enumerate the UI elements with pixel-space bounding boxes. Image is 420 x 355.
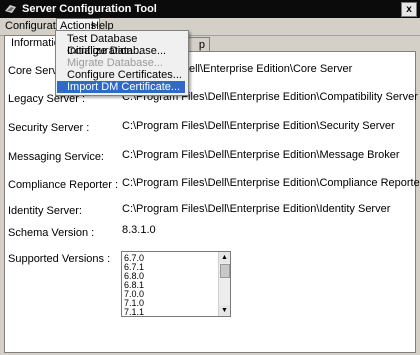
- menu-item-test-database[interactable]: Test Database Configuration...: [57, 33, 185, 57]
- core-server-value: ell\Enterprise Edition\Core Server: [189, 63, 353, 75]
- schema-version-value: 8.3.1.0: [122, 224, 156, 236]
- identity-server-label: Identity Server:: [8, 205, 82, 217]
- close-button[interactable]: x: [401, 2, 417, 17]
- messaging-service-label: Messaging Service:: [8, 151, 104, 163]
- identity-server-value: C:\Program Files\Dell\Enterprise Edition…: [122, 203, 391, 215]
- security-server-value: C:\Program Files\Dell\Enterprise Edition…: [122, 120, 395, 132]
- title-bar: Server Configuration Tool x: [0, 0, 420, 18]
- security-server-label: Security Server :: [8, 122, 90, 134]
- supported-versions-items: 6.7.0 6.7.1 6.8.0 6.8.1 7.0.0 7.1.0 7.1.…: [124, 254, 144, 317]
- tab-partial-text: p: [198, 39, 205, 51]
- compliance-reporter-value: C:\Program Files\Dell\Enterprise Edition…: [122, 177, 420, 189]
- compliance-reporter-label: Compliance Reporter :: [8, 179, 119, 191]
- window-title: Server Configuration Tool: [22, 3, 157, 15]
- menu-item-configure-certificates[interactable]: Configure Certificates...: [57, 69, 185, 81]
- menu-item-initialize-database[interactable]: Initialize Database...: [57, 45, 185, 57]
- scroll-thumb[interactable]: [220, 264, 230, 278]
- supported-versions-label: Supported Versions :: [8, 253, 111, 265]
- information-panel: Core Server : ell\Enterprise Edition\Cor…: [4, 51, 420, 353]
- scroll-down-icon[interactable]: ▼: [219, 305, 230, 316]
- scroll-up-icon[interactable]: ▲: [219, 252, 230, 263]
- menu-item-migrate-database: Migrate Database...: [67, 57, 163, 69]
- list-scrollbar[interactable]: ▲ ▼: [218, 252, 230, 316]
- actions-dropdown-menu: Test Database Configuration... Initializ…: [55, 30, 189, 96]
- menu-item-import-dm-certificate[interactable]: Import DM Certificate...: [57, 81, 185, 93]
- supported-versions-list[interactable]: 6.7.0 6.7.1 6.8.0 6.8.1 7.0.0 7.1.0 7.1.…: [121, 251, 231, 317]
- messaging-service-value: C:\Program Files\Dell\Enterprise Edition…: [122, 149, 400, 161]
- list-item[interactable]: 7.1.1: [124, 308, 144, 317]
- app-icon: [5, 5, 16, 13]
- schema-version-label: Schema Version :: [8, 227, 95, 239]
